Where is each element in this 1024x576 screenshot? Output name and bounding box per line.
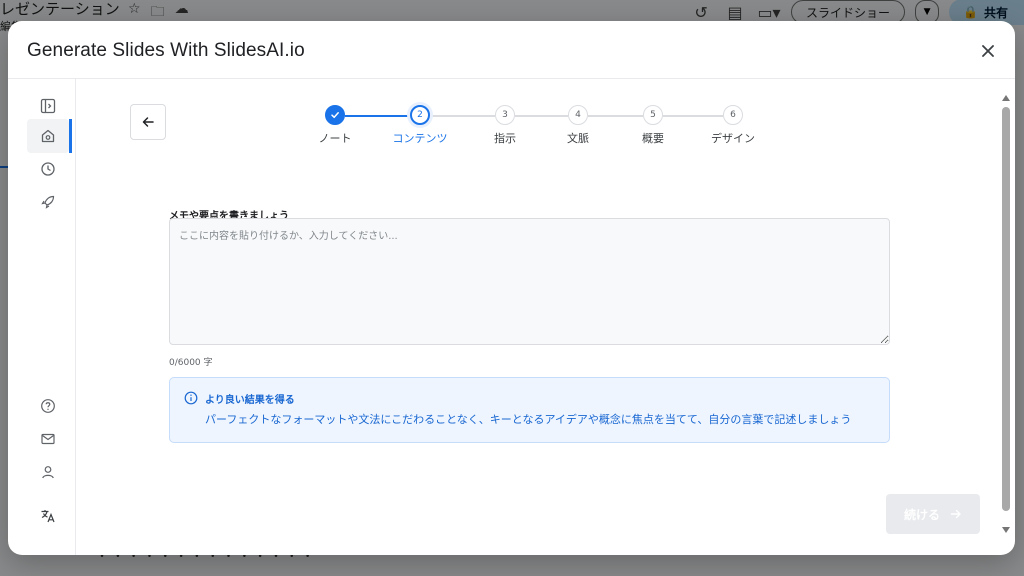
close-icon — [982, 45, 994, 57]
notes-input[interactable] — [169, 218, 890, 345]
mail-icon — [41, 433, 55, 445]
step-5-label: 概要 — [642, 132, 664, 145]
sidebar-toggle-icon — [40, 98, 56, 114]
sidebar-item-launch[interactable] — [27, 185, 69, 219]
slidesai-modal: Generate Slides With SlidesAI.io ノート 2 コ… — [8, 21, 1015, 555]
stepper-connector — [345, 115, 410, 117]
rocket-icon — [41, 195, 55, 209]
arrow-right-icon — [950, 509, 961, 519]
side-rail — [8, 79, 76, 555]
step-2-label: コンテンツ — [392, 132, 448, 145]
back-button[interactable] — [130, 104, 166, 140]
user-icon — [42, 466, 54, 479]
step-1-indicator — [325, 105, 345, 125]
step-6-indicator: 6 — [723, 105, 743, 125]
history-icon — [41, 162, 55, 176]
tip-box: より良い結果を得る パーフェクトなフォーマットや文法にこだわることなく、キーとな… — [169, 377, 890, 443]
sidebar-item-history[interactable] — [27, 152, 69, 186]
main-content: ノート2コンテンツ3指示4文脈5概要6デザイン メモや要点を書きましょう 0/6… — [77, 79, 995, 555]
step-4-indicator: 4 — [568, 105, 588, 125]
check-icon — [331, 112, 339, 119]
modal-header: Generate Slides With SlidesAI.io — [8, 21, 1015, 79]
continue-button[interactable]: 続ける — [886, 494, 980, 534]
sidebar-collapse-button[interactable] — [27, 89, 69, 123]
stepper-connector — [430, 115, 495, 117]
sidebar-item-mail[interactable] — [27, 422, 69, 456]
step-5-indicator: 5 — [643, 105, 663, 125]
step-3-indicator: 3 — [495, 105, 515, 125]
modal-title: Generate Slides With SlidesAI.io — [27, 40, 305, 61]
step-6-label: デザイン — [711, 132, 755, 145]
home-icon — [41, 129, 55, 143]
step-1-label: ノート — [318, 132, 352, 145]
sidebar-item-language[interactable] — [27, 499, 69, 533]
step-2-indicator: 2 — [410, 105, 430, 125]
info-icon — [184, 391, 198, 405]
translate-icon — [41, 510, 55, 523]
scroll-up-arrow-icon[interactable] — [1002, 95, 1010, 101]
help-icon — [41, 399, 55, 413]
step-3-label: 指示 — [494, 132, 516, 145]
scrollbar-thumb[interactable] — [1002, 107, 1010, 511]
sidebar-item-account[interactable] — [27, 455, 69, 489]
char-count: 0/6000 字 — [169, 358, 213, 368]
scroll-down-arrow-icon[interactable] — [1002, 527, 1010, 533]
scrollbar[interactable] — [997, 79, 1015, 555]
step-number: 6 — [730, 110, 736, 120]
sidebar-item-help[interactable] — [27, 389, 69, 423]
progress-stepper: ノート 2 コンテンツ 3 指示 4 文脈 5 概要 6 デザイン — [307, 103, 767, 153]
close-button[interactable] — [978, 41, 998, 61]
sidebar-item-home[interactable] — [27, 119, 72, 153]
stepper-connector — [588, 115, 643, 117]
arrow-left-icon — [142, 117, 154, 127]
tip-body: パーフェクトなフォーマットや文法にこだわることなく、キーとなるアイデアや概念に焦… — [205, 413, 852, 426]
stepper-connector — [663, 115, 723, 117]
step-number: 2 — [417, 110, 423, 120]
tip-title: より良い結果を得る — [205, 395, 295, 406]
stepper-connector — [515, 115, 568, 117]
step-number: 3 — [502, 110, 508, 120]
step-number: 5 — [650, 110, 656, 120]
step-number: 4 — [575, 110, 581, 120]
step-4-label: 文脈 — [567, 132, 589, 145]
continue-label: 続ける — [903, 507, 940, 522]
